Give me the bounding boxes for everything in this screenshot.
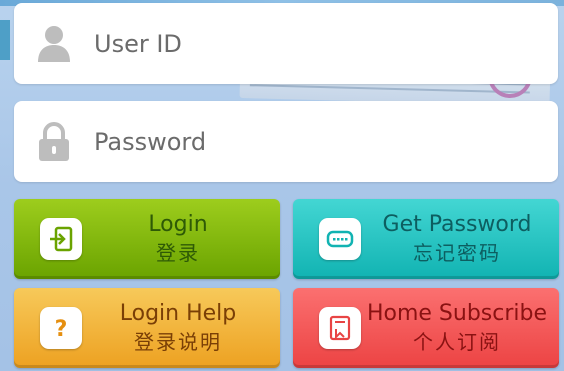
get-password-button[interactable]: Get Password 忘记密码 [293,199,559,279]
svg-text:?: ? [55,317,68,341]
login-label-zh: 登录 [156,241,200,265]
get-password-label: Get Password [382,212,532,237]
userid-input[interactable] [94,23,534,64]
enter-icon [40,218,82,260]
userid-field[interactable] [14,3,558,84]
home-subscribe-label: Home Subscribe [366,301,548,326]
home-subscribe-button[interactable]: Home Subscribe 个人订阅 [293,288,559,368]
login-label: Login [148,212,208,237]
login-help-label: Login Help [119,301,237,326]
background-accent [0,20,10,60]
password-input[interactable] [94,121,534,162]
login-button[interactable]: Login 登录 [14,199,280,279]
get-password-label-zh: 忘记密码 [413,241,501,265]
keyboard-icon [319,218,361,260]
login-help-button[interactable]: ? Login Help 登录说明 [14,288,280,368]
user-icon [14,24,94,64]
home-subscribe-label-zh: 个人订阅 [413,330,501,354]
bookmark-icon [319,307,361,349]
login-help-label-zh: 登录说明 [134,330,222,354]
lock-icon [14,121,94,163]
question-icon: ? [40,307,82,349]
password-field[interactable] [14,101,558,182]
